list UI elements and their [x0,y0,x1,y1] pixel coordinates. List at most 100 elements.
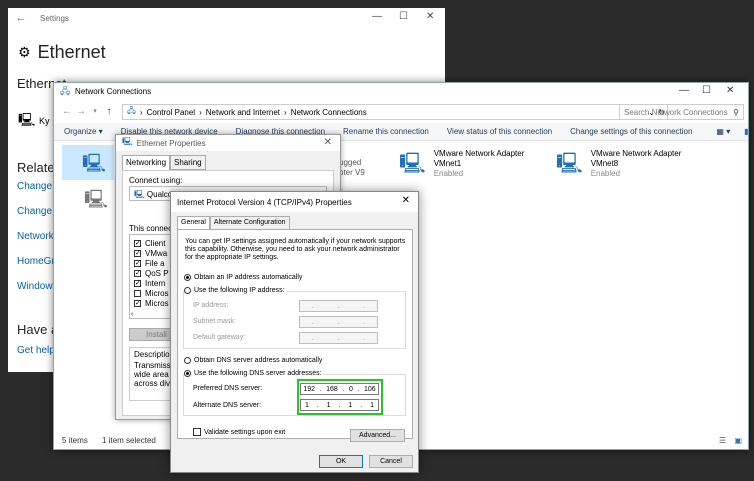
preview-pane-icon[interactable]: ▮ [744,127,748,136]
radio-label: Use the following DNS server addresses: [194,370,322,377]
network-item[interactable]: 🖳 Ky [18,111,49,133]
validate-checkbox[interactable]: Validate settings upon exit [193,428,285,436]
checkbox[interactable]: ✓ [134,250,141,257]
close-icon[interactable]: ✕ [726,85,734,96]
adapter-name: VMware Network Adapter [433,149,525,158]
chevron-right-icon: › [284,107,287,117]
subnet-mask-field[interactable]: ... [299,316,378,328]
list-item[interactable]: ✓ Micros [134,299,169,308]
link-get-help[interactable]: Get help [17,345,55,356]
checkbox[interactable] [193,428,201,436]
up-arrow-icon[interactable]: ↑ [102,106,116,117]
search-icon: ⚲ [733,107,739,117]
adapter-vmnet8[interactable]: 🖳 VMware Network Adapter VMnet8 Enabled [556,149,681,183]
preferred-dns-label: Preferred DNS server: [193,385,263,392]
radio-unselected[interactable] [184,287,191,294]
network-name: Ky [38,116,50,126]
validate-label: Validate settings upon exit [204,428,286,436]
list-item-label: Micros [145,289,169,298]
ipv4-titlebar: Internet Protocol Version 4 (TCP/IPv4) P… [171,192,418,212]
ipv4-title: Internet Protocol Version 4 (TCP/IPv4) P… [177,197,352,207]
recent-dropdown-icon[interactable]: ▾ [88,107,102,115]
list-item[interactable]: ✓ Intern [134,279,165,288]
radio-selected[interactable] [184,370,191,377]
cancel-button[interactable]: Cancel [369,455,413,468]
checkbox[interactable]: ✓ [134,260,141,267]
view-status-button[interactable]: View status of this connection [447,127,552,136]
adapter-vmnet1[interactable]: 🖳 VMware Network Adapter VMnet1 Enabled [399,149,524,183]
netconn-title: Network Connections [75,87,152,96]
checkbox[interactable] [134,290,141,297]
adapter-sub: VMnet8 [590,159,619,168]
alternate-dns-label: Alternate DNS server: [193,402,262,409]
list-item[interactable]: ✓ File a [134,259,165,268]
checkbox[interactable]: ✓ [134,300,141,307]
selected-adapter-tile[interactable]: 🖳 [62,145,114,180]
radio-label: Use the following IP address: [194,287,285,294]
radio-label: Obtain DNS server address automatically [194,357,323,364]
close-icon[interactable]: ✕ [402,195,410,206]
adapter-partial-text: pter V9 [339,168,365,177]
netconn-titlebar: 🖧 Network Connections [54,83,748,100]
tab-general[interactable]: General [177,216,210,230]
dns-octet: 1 [370,401,374,409]
ipv4-properties-dialog: Internet Protocol Version 4 (TCP/IPv4) P… [170,191,419,473]
info-text: You can get IP settings assigned automat… [185,238,406,261]
view-options-icon[interactable]: ▦ ▾ [716,127,730,136]
tiles-view-icon[interactable]: ▣ [734,436,742,445]
minimize-icon[interactable]: — [372,11,382,22]
preferred-dns-field[interactable]: 192. 168. 0. 106 [300,383,379,395]
change-settings-button[interactable]: Change settings of this connection [570,127,692,136]
close-icon[interactable]: ✕ [426,11,434,22]
maximize-icon[interactable]: ☐ [399,11,408,22]
network-adapter-icon: 🖳 [399,153,426,175]
list-item-label: Intern [145,279,166,288]
tab-sharing[interactable]: Sharing [170,155,206,170]
search-input[interactable]: Search Network Connections ⚲ [619,104,744,120]
use-ip-radio[interactable]: Use the following IP address: [184,287,287,294]
organize-menu[interactable]: Organize ▾ [64,127,103,136]
scroll-left-icon[interactable]: ‹ [131,311,133,318]
adapter-partial-text: ugged [339,158,362,167]
minimize-icon[interactable]: — [679,85,689,96]
breadcrumb-network-internet[interactable]: Network and Internet [206,108,280,117]
obtain-dns-auto-radio[interactable]: Obtain DNS server address automatically [184,357,322,364]
ip-address-field[interactable]: ... [299,300,378,312]
use-dns-radio[interactable]: Use the following DNS server addresses: [184,370,324,377]
link-windows-firewall[interactable]: Windows [17,281,58,292]
link-network-center[interactable]: Network [17,231,54,242]
back-icon[interactable]: ← [60,106,74,117]
forward-icon[interactable]: → [74,106,88,117]
details-view-icon[interactable]: ☰ [719,436,726,445]
checkbox[interactable]: ✓ [134,240,141,247]
obtain-ip-auto-radio[interactable]: Obtain an IP address automatically [184,274,302,281]
checkbox[interactable]: ✓ [134,280,141,287]
default-gateway-field[interactable]: ... [299,332,378,344]
rename-button[interactable]: Rename this connection [343,127,429,136]
chevron-right-icon: › [139,107,143,117]
list-item-label: QoS P [145,269,169,278]
ok-button[interactable]: OK [319,455,363,468]
tab-alternate-configuration[interactable]: Alternate Configuration [209,216,290,230]
list-item[interactable]: ✓ QoS P [134,269,169,278]
back-arrow-icon[interactable]: ← [10,12,32,24]
breadcrumb-control-panel[interactable]: Control Panel [147,108,195,117]
alternate-dns-field[interactable]: 1. 1. 1. 1 [300,399,379,411]
tab-networking[interactable]: Networking [122,155,171,170]
dns-octet: 1 [348,401,353,409]
breadcrumb-network-connections[interactable]: Network Connections [291,108,367,117]
radio-label: Obtain an IP address automatically [194,274,303,281]
address-bar[interactable]: 🖧 › Control Panel › Network and Internet… [122,104,668,120]
advanced-button[interactable]: Advanced... [350,429,405,442]
close-icon[interactable]: ✕ [324,137,332,148]
list-item-label: VMwa [145,249,168,258]
list-item[interactable]: ✓ VMwa [134,249,167,258]
list-item[interactable]: ✓ Client [134,239,165,248]
list-item[interactable]: Micros [134,289,169,298]
adapter-icon[interactable]: 🖳 [84,187,108,217]
radio-selected[interactable] [184,274,191,281]
checkbox[interactable]: ✓ [134,270,141,277]
maximize-icon[interactable]: ☐ [702,85,711,96]
radio-unselected[interactable] [184,357,191,364]
status-selected: 1 item selected [102,436,156,445]
